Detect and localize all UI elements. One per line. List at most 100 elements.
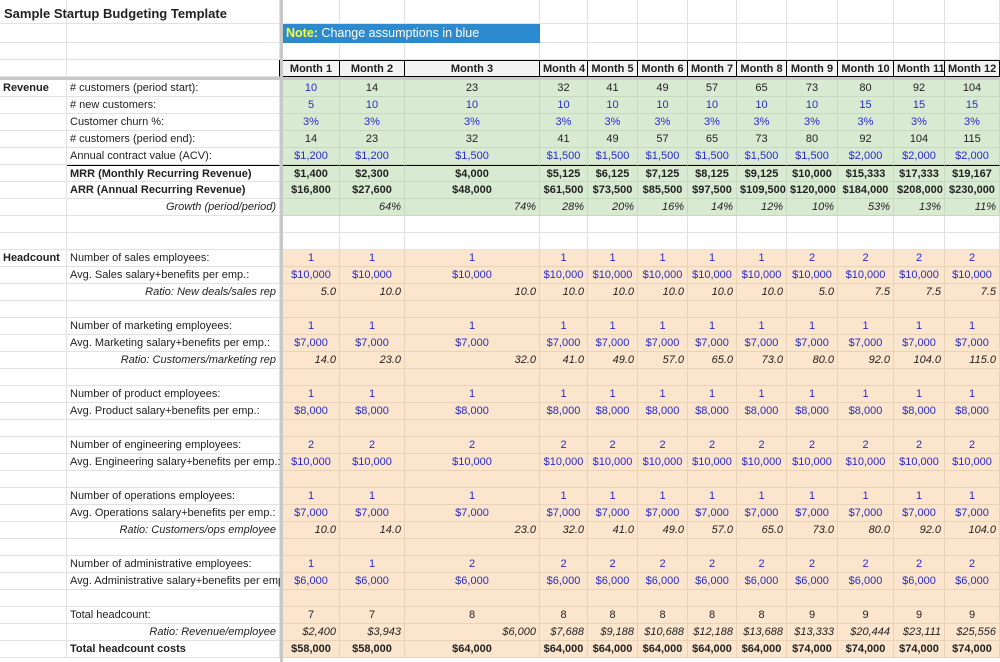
- row-label[interactable]: Number of product employees:: [67, 386, 280, 403]
- value-cell[interactable]: $1,200: [340, 148, 405, 165]
- cell[interactable]: [688, 539, 737, 556]
- cell[interactable]: [638, 369, 688, 386]
- value-cell[interactable]: 1: [737, 250, 787, 267]
- value-cell[interactable]: $10,000: [737, 267, 787, 284]
- value-cell[interactable]: $2,300: [340, 165, 405, 182]
- value-cell[interactable]: 1: [894, 488, 945, 505]
- cell[interactable]: [894, 216, 945, 233]
- cell[interactable]: [838, 233, 894, 250]
- value-cell[interactable]: 1: [405, 386, 540, 403]
- value-cell[interactable]: $23,111: [894, 624, 945, 641]
- value-cell[interactable]: $7,000: [688, 505, 737, 522]
- value-cell[interactable]: $4,000: [405, 165, 540, 182]
- value-cell[interactable]: $6,000: [540, 573, 588, 590]
- value-cell[interactable]: 1: [787, 488, 838, 505]
- cell[interactable]: [283, 233, 340, 250]
- value-cell[interactable]: $7,000: [283, 505, 340, 522]
- row-label[interactable]: Number of engineering employees:: [67, 437, 280, 454]
- frozen-row-divider[interactable]: [0, 77, 1000, 80]
- row-label[interactable]: Ratio: Customers/marketing rep: [67, 352, 280, 369]
- value-cell[interactable]: 10: [340, 97, 405, 114]
- row-label[interactable]: # new customers:: [67, 97, 280, 114]
- value-cell[interactable]: $64,000: [540, 641, 588, 658]
- row-label[interactable]: Number of marketing employees:: [67, 318, 280, 335]
- cell[interactable]: [0, 301, 67, 318]
- value-cell[interactable]: $7,000: [340, 335, 405, 352]
- value-cell[interactable]: $8,000: [894, 403, 945, 420]
- cell[interactable]: [0, 454, 67, 471]
- value-cell[interactable]: $6,000: [405, 573, 540, 590]
- value-cell[interactable]: 74%: [405, 199, 540, 216]
- value-cell[interactable]: 23: [405, 80, 540, 97]
- row-label[interactable]: Ratio: Revenue/employee: [67, 624, 280, 641]
- value-cell[interactable]: 65: [688, 131, 737, 148]
- value-cell[interactable]: 2: [688, 437, 737, 454]
- value-cell[interactable]: $20,444: [838, 624, 894, 641]
- row-label[interactable]: Avg. Sales salary+benefits per emp.:: [67, 267, 280, 284]
- value-cell[interactable]: $10,000: [340, 454, 405, 471]
- cell[interactable]: [0, 522, 67, 539]
- value-cell[interactable]: $1,500: [588, 148, 638, 165]
- cell[interactable]: [283, 539, 340, 556]
- value-cell[interactable]: $7,000: [405, 335, 540, 352]
- cell[interactable]: [0, 165, 67, 182]
- value-cell[interactable]: $7,000: [787, 505, 838, 522]
- cell[interactable]: [0, 607, 67, 624]
- cell[interactable]: [340, 420, 405, 437]
- value-cell[interactable]: $9,125: [737, 165, 787, 182]
- cell[interactable]: [67, 233, 280, 250]
- cell[interactable]: [945, 216, 1000, 233]
- cell[interactable]: [405, 590, 540, 607]
- value-cell[interactable]: 3%: [405, 114, 540, 131]
- cell[interactable]: [283, 590, 340, 607]
- cell[interactable]: [945, 301, 1000, 318]
- value-cell[interactable]: 104.0: [894, 352, 945, 369]
- value-cell[interactable]: 10: [540, 97, 588, 114]
- cell[interactable]: [540, 369, 588, 386]
- value-cell[interactable]: 10.0: [737, 284, 787, 301]
- cell[interactable]: [405, 301, 540, 318]
- cell[interactable]: [894, 471, 945, 488]
- value-cell[interactable]: 92: [838, 131, 894, 148]
- value-cell[interactable]: 3%: [737, 114, 787, 131]
- value-cell[interactable]: $10,000: [838, 267, 894, 284]
- value-cell[interactable]: 5.0: [787, 284, 838, 301]
- value-cell[interactable]: $13,688: [737, 624, 787, 641]
- row-label[interactable]: Avg. Marketing salary+benefits per emp.:: [67, 335, 280, 352]
- cell[interactable]: [0, 420, 67, 437]
- value-cell[interactable]: 5.0: [283, 284, 340, 301]
- row-label[interactable]: [67, 590, 280, 607]
- value-cell[interactable]: 49.0: [638, 522, 688, 539]
- cell[interactable]: [283, 471, 340, 488]
- value-cell[interactable]: 23.0: [405, 522, 540, 539]
- value-cell[interactable]: 10.0: [540, 284, 588, 301]
- value-cell[interactable]: 1: [340, 318, 405, 335]
- month-header[interactable]: Month 6: [638, 60, 688, 77]
- cell[interactable]: [588, 539, 638, 556]
- value-cell[interactable]: 65.0: [688, 352, 737, 369]
- cell[interactable]: [0, 60, 67, 77]
- value-cell[interactable]: 10.0: [340, 284, 405, 301]
- cell[interactable]: [588, 471, 638, 488]
- value-cell[interactable]: 2: [945, 556, 1000, 573]
- value-cell[interactable]: $74,000: [894, 641, 945, 658]
- value-cell[interactable]: 1: [405, 250, 540, 267]
- value-cell[interactable]: $7,000: [540, 335, 588, 352]
- value-cell[interactable]: [283, 199, 340, 216]
- value-cell[interactable]: $10,000: [405, 454, 540, 471]
- value-cell[interactable]: $85,500: [638, 182, 688, 199]
- cell[interactable]: [688, 24, 737, 43]
- value-cell[interactable]: 3%: [588, 114, 638, 131]
- value-cell[interactable]: 5: [283, 97, 340, 114]
- cell[interactable]: [0, 556, 67, 573]
- row-label[interactable]: Number of sales employees:: [67, 250, 280, 267]
- value-cell[interactable]: 2: [638, 437, 688, 454]
- value-cell[interactable]: 1: [737, 488, 787, 505]
- cell[interactable]: [0, 403, 67, 420]
- cell[interactable]: [894, 539, 945, 556]
- value-cell[interactable]: 8: [638, 607, 688, 624]
- month-header[interactable]: Month 12: [945, 60, 1000, 77]
- value-cell[interactable]: 2: [283, 437, 340, 454]
- value-cell[interactable]: 14: [340, 80, 405, 97]
- cell[interactable]: [0, 199, 67, 216]
